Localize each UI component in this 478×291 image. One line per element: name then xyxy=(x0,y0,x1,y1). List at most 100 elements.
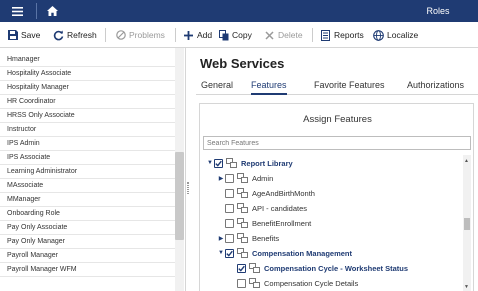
role-list-item[interactable]: Hmanager xyxy=(0,53,175,67)
feature-folder-icon xyxy=(237,188,248,198)
feature-checkbox[interactable] xyxy=(237,278,246,288)
checkmark-icon xyxy=(226,250,233,257)
tab-bar: General Features Favorite Features Autho… xyxy=(196,76,478,95)
feature-checkbox[interactable] xyxy=(225,248,234,258)
splitter-handle[interactable] xyxy=(187,182,189,194)
checkmark-icon xyxy=(238,265,245,272)
checkmark-icon xyxy=(215,160,222,167)
collapsed-arrow-icon[interactable]: ▶ xyxy=(217,172,225,184)
scroll-down-arrow-icon[interactable]: ▼ xyxy=(464,284,469,290)
roles-scrollbar-thumb[interactable] xyxy=(175,152,184,240)
tree-node-label: API - candidates xyxy=(252,203,308,213)
tree-node-label: Compensation Cycle - Worksheet Status xyxy=(264,263,409,273)
role-list-item[interactable]: Hospitality Associate xyxy=(0,67,175,81)
plus-icon xyxy=(183,30,194,41)
copy-button[interactable]: Copy xyxy=(218,22,252,48)
role-list-item[interactable]: HRSS Only Associate xyxy=(0,109,175,123)
role-list-item[interactable]: Payroll Manager WFM xyxy=(0,263,175,277)
tree-node-compensation-management[interactable]: ▼ Compensation Management xyxy=(217,247,352,259)
feature-checkbox[interactable] xyxy=(225,218,234,228)
search-features-input[interactable] xyxy=(203,136,471,150)
feature-checkbox[interactable] xyxy=(225,188,234,198)
localize-label: Localize xyxy=(387,30,419,40)
tab-features[interactable]: Features xyxy=(251,76,287,95)
hamburger-icon xyxy=(11,6,23,16)
feature-folder-icon xyxy=(237,173,248,183)
scroll-up-arrow-icon[interactable]: ▲ xyxy=(464,158,469,164)
copy-icon xyxy=(218,29,229,41)
toolbar-divider xyxy=(105,28,106,42)
features-scrollbar-thumb[interactable] xyxy=(464,218,470,230)
tree-node-benefit-enrollment[interactable]: BenefitEnrollment xyxy=(225,217,311,229)
role-list-item[interactable]: Payroll Manager xyxy=(0,249,175,263)
tree-node-label: Compensation Management xyxy=(252,248,353,258)
tree-node-label: AgeAndBirthMonth xyxy=(252,188,315,198)
page-header-title: Roles xyxy=(426,6,450,16)
feature-checkbox[interactable] xyxy=(214,158,223,168)
refresh-button[interactable]: Refresh xyxy=(53,22,97,48)
role-list-item[interactable]: Learning Administrator xyxy=(0,165,175,179)
localize-button[interactable]: Localize xyxy=(373,22,418,48)
role-list-item[interactable]: Onboarding Role xyxy=(0,207,175,221)
tab-general[interactable]: General xyxy=(201,76,233,95)
home-icon xyxy=(46,6,58,16)
refresh-icon xyxy=(53,30,64,41)
reports-label: Reports xyxy=(334,30,364,40)
expanded-arrow-icon[interactable]: ▼ xyxy=(217,247,225,259)
home-button[interactable] xyxy=(44,0,60,22)
tab-authorizations[interactable]: Authorizations xyxy=(407,76,464,95)
role-list-item[interactable]: MAssociate xyxy=(0,179,175,193)
problems-label: Problems xyxy=(129,30,165,40)
expanded-arrow-icon[interactable]: ▼ xyxy=(206,157,214,169)
role-list-item[interactable]: Hospitality Manager xyxy=(0,81,175,95)
role-list-item[interactable]: HR Coordinator xyxy=(0,95,175,109)
tree-node-compensation-cycle-details[interactable]: Compensation Cycle Details xyxy=(237,277,358,289)
collapsed-arrow-icon[interactable]: ▶ xyxy=(217,232,225,244)
tab-favorite-features[interactable]: Favorite Features xyxy=(314,76,385,95)
feature-checkbox[interactable] xyxy=(225,203,234,213)
toolbar: Save Refresh Problems Add Copy Delete Re… xyxy=(0,22,478,48)
tree-node-label: Compensation Cycle Details xyxy=(264,278,359,288)
save-label: Save xyxy=(21,30,41,40)
delete-label: Delete xyxy=(278,30,303,40)
tree-node-report-library[interactable]: ▼ Report Library xyxy=(206,157,293,169)
feature-folder-icon xyxy=(226,158,237,168)
tree-node-label: Report Library xyxy=(241,158,293,168)
role-list-item[interactable]: Instructor xyxy=(0,123,175,137)
tree-node-api-candidates[interactable]: API - candidates xyxy=(225,202,307,214)
tree-node-label: Admin xyxy=(252,173,274,183)
role-list-item[interactable]: IPS Associate xyxy=(0,151,175,165)
hamburger-menu-button[interactable] xyxy=(0,0,34,22)
add-button[interactable]: Add xyxy=(183,22,212,48)
header-divider xyxy=(36,3,37,19)
role-list-item[interactable]: Pay Only Manager xyxy=(0,235,175,249)
toolbar-divider xyxy=(175,28,176,42)
tree-node-age-and-birth-month[interactable]: AgeAndBirthMonth xyxy=(225,187,315,199)
feature-checkbox[interactable] xyxy=(237,263,246,273)
copy-label: Copy xyxy=(232,30,252,40)
refresh-label: Refresh xyxy=(67,30,97,40)
page-title: Web Services xyxy=(200,56,285,71)
tree-node-admin[interactable]: ▶ Admin xyxy=(217,172,273,184)
problems-button[interactable]: Problems xyxy=(115,22,165,48)
feature-checkbox[interactable] xyxy=(225,233,234,243)
role-list-item[interactable]: Pay Only Associate xyxy=(0,221,175,235)
assign-features-heading: Assign Features xyxy=(303,114,372,125)
tree-node-benefits[interactable]: ▶ Benefits xyxy=(217,232,279,244)
feature-checkbox[interactable] xyxy=(225,173,234,183)
reports-button[interactable]: Reports xyxy=(320,22,364,48)
tree-node-compensation-cycle-worksheet-status[interactable]: Compensation Cycle - Worksheet Status xyxy=(237,262,408,274)
feature-folder-icon xyxy=(237,203,248,213)
features-tree: ▼ Report Library ▶ Admin AgeAndBirthMont… xyxy=(200,155,464,291)
toolbar-divider xyxy=(312,28,313,42)
feature-folder-icon xyxy=(249,278,260,288)
role-list-item[interactable]: IPS Admin xyxy=(0,137,175,151)
close-icon xyxy=(264,30,275,41)
app-header: Roles xyxy=(0,0,478,22)
report-icon xyxy=(320,29,331,41)
feature-folder-icon xyxy=(237,233,248,243)
save-button[interactable]: Save xyxy=(7,22,40,48)
feature-folder-icon xyxy=(249,263,260,273)
delete-button[interactable]: Delete xyxy=(264,22,303,48)
role-list-item[interactable]: MManager xyxy=(0,193,175,207)
